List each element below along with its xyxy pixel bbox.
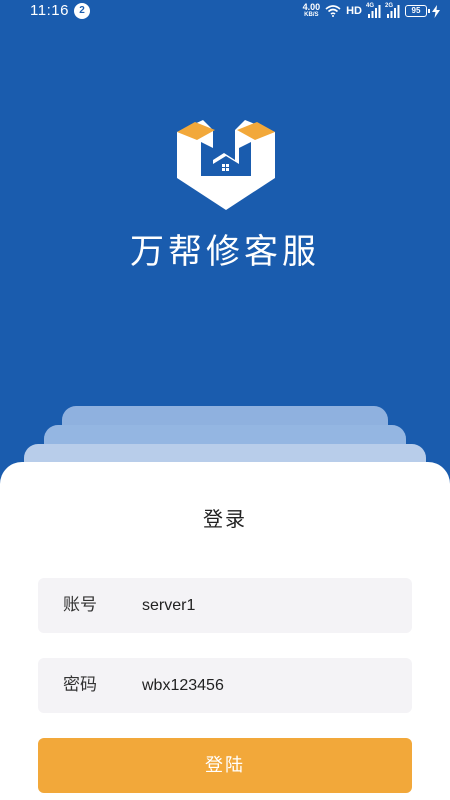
- status-time: 11:16: [30, 2, 69, 19]
- account-input[interactable]: [142, 578, 397, 633]
- wifi-icon: [325, 5, 341, 17]
- password-field[interactable]: 密码: [38, 658, 412, 713]
- signal-sim2-icon: 2G: [385, 2, 400, 18]
- app-logo-icon: [177, 120, 275, 210]
- network-speed: 4.00 KB/S: [303, 3, 321, 19]
- login-screen: 11:16 2 4.00 KB/S HD 4G 2G 95 万帮修客服 登录 账…: [0, 0, 450, 800]
- sim1-network-tag: 4G: [366, 2, 375, 9]
- notification-badge: 2: [74, 3, 90, 19]
- account-label: 账号: [63, 595, 97, 615]
- status-indicators: 4.00 KB/S HD 4G 2G 95: [303, 2, 440, 20]
- network-speed-value: 4.00: [302, 2, 321, 12]
- password-label: 密码: [63, 675, 97, 695]
- account-field[interactable]: 账号: [38, 578, 412, 633]
- login-button[interactable]: 登陆: [38, 738, 412, 793]
- signal-sim1-icon: 4G: [366, 2, 381, 18]
- status-bar: 11:16 2 4.00 KB/S HD 4G 2G 95: [0, 0, 450, 22]
- battery-icon: 95: [405, 5, 430, 17]
- network-speed-unit: KB/S: [304, 12, 319, 18]
- app-title: 万帮修客服: [130, 232, 320, 272]
- login-heading: 登录: [203, 507, 247, 531]
- hd-label: HD: [346, 5, 362, 17]
- charging-icon: [432, 4, 440, 18]
- sim2-network-tag: 2G: [385, 2, 394, 9]
- password-input[interactable]: [142, 658, 397, 713]
